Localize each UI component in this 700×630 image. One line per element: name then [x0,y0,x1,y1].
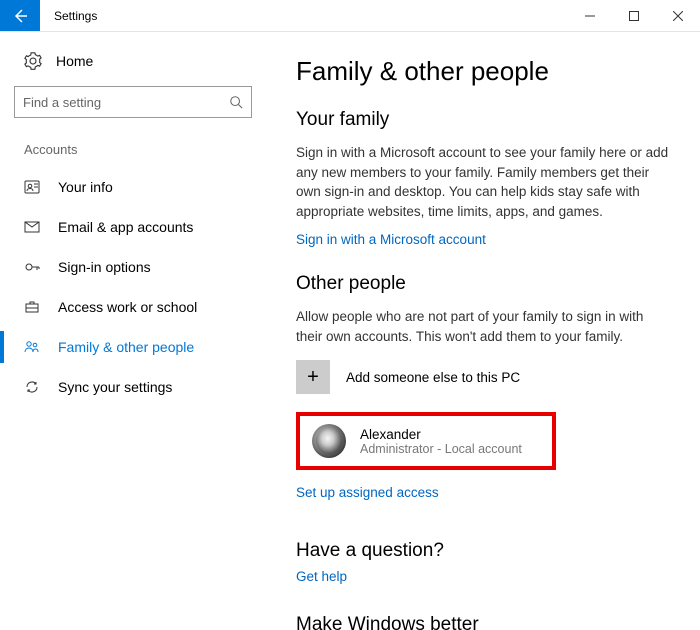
briefcase-icon [24,299,40,315]
maximize-button[interactable] [612,0,656,31]
question-title: Have a question? [296,540,670,562]
sync-icon [24,379,40,395]
minimize-button[interactable] [568,0,612,31]
avatar [312,424,346,458]
person-icon [24,179,40,195]
sidebar-item-work-school[interactable]: Access work or school [0,287,266,327]
user-account-item[interactable]: Alexander Administrator - Local account [296,412,556,470]
sidebar-item-your-info[interactable]: Your info [0,167,266,207]
people-icon [24,339,40,355]
main-content: Family & other people Your family Sign i… [266,32,700,630]
window-title: Settings [40,0,97,31]
minimize-icon [585,11,595,21]
sidebar-item-family[interactable]: Family & other people [0,327,266,367]
other-title: Other people [296,273,670,295]
back-button[interactable] [0,0,40,31]
search-placeholder: Find a setting [23,95,101,110]
maximize-icon [629,11,639,21]
user-name: Alexander [360,427,522,442]
sidebar-item-signin[interactable]: Sign-in options [0,247,266,287]
sidebar: Home Find a setting Accounts Your info E… [0,32,266,630]
plus-icon: + [296,360,330,394]
search-icon [229,95,243,109]
close-button[interactable] [656,0,700,31]
user-role: Administrator - Local account [360,442,522,456]
add-label: Add someone else to this PC [346,370,520,385]
sidebar-item-label: Access work or school [58,299,197,315]
other-body: Allow people who are not part of your fa… [296,307,670,346]
gear-icon [24,52,42,70]
home-button[interactable]: Home [0,42,266,86]
family-body: Sign in with a Microsoft account to see … [296,143,670,221]
close-icon [673,11,683,21]
get-help-link[interactable]: Get help [296,569,347,584]
sidebar-item-label: Email & app accounts [58,219,193,235]
key-icon [24,259,40,275]
better-title: Make Windows better [296,614,670,630]
sidebar-item-label: Family & other people [58,339,194,355]
sidebar-item-label: Sign-in options [58,259,151,275]
add-someone-button[interactable]: + Add someone else to this PC [296,360,670,394]
page-title: Family & other people [296,56,670,87]
mail-icon [24,219,40,235]
titlebar: Settings [0,0,700,32]
sidebar-item-email[interactable]: Email & app accounts [0,207,266,247]
sidebar-item-sync[interactable]: Sync your settings [0,367,266,407]
family-title: Your family [296,109,670,131]
search-input[interactable]: Find a setting [14,86,252,118]
assigned-access-link[interactable]: Set up assigned access [296,485,439,500]
home-label: Home [56,53,93,69]
sidebar-item-label: Sync your settings [58,379,172,395]
signin-link[interactable]: Sign in with a Microsoft account [296,232,486,247]
sidebar-item-label: Your info [58,179,113,195]
arrow-left-icon [12,8,28,24]
section-label: Accounts [0,142,266,167]
